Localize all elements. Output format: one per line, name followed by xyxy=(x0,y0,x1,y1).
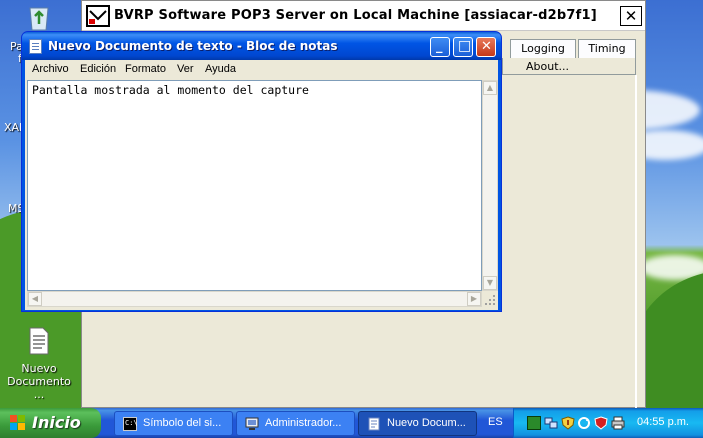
printer-icon[interactable] xyxy=(611,416,625,430)
horizontal-scrollbar[interactable]: ◀ ▶ xyxy=(27,291,482,307)
about-button[interactable]: About... xyxy=(526,60,569,73)
bvrp-app-icon xyxy=(86,5,110,27)
resize-grip-icon[interactable] xyxy=(482,291,498,307)
menu-edicion[interactable]: Edición xyxy=(80,63,116,75)
computer-icon xyxy=(245,417,259,431)
notepad-edit-area: Pantalla mostrada al momento del capture… xyxy=(25,80,498,310)
bvrp-close-button[interactable]: ✕ xyxy=(620,6,642,26)
menu-formato[interactable]: Formato xyxy=(125,63,166,75)
notepad-window-title: Nuevo Documento de texto - Bloc de notas xyxy=(48,39,338,53)
tab-timing[interactable]: Timing xyxy=(578,39,636,58)
menu-archivo[interactable]: Archivo xyxy=(32,63,69,75)
clock[interactable]: 04:55 p.m. xyxy=(637,416,689,428)
notepad-icon xyxy=(367,417,381,431)
desktop-icon-label-line: Nuevo xyxy=(21,362,57,375)
notepad-icon xyxy=(29,39,42,54)
bvrp-panel-edge xyxy=(635,75,637,409)
scroll-up-icon[interactable]: ▲ xyxy=(483,81,497,95)
antivirus-icon[interactable] xyxy=(594,416,608,430)
taskbar-item-label: Nuevo Docum... xyxy=(387,417,466,429)
close-button[interactable]: ✕ xyxy=(476,37,496,57)
taskbar-item-label: Símbolo del si... xyxy=(143,417,222,429)
bvrp-title-bar[interactable]: BVRP Software POP3 Server on Local Machi… xyxy=(82,1,645,31)
desktop-icon-label-line: Documento ... xyxy=(7,375,71,401)
taskbar-item-admin[interactable]: Administrador... xyxy=(236,411,355,436)
recycle-bin-icon[interactable] xyxy=(24,2,54,32)
notepad-title-bar[interactable]: Nuevo Documento de texto - Bloc de notas… xyxy=(22,32,501,60)
tab-logging[interactable]: Logging xyxy=(510,39,576,58)
start-button[interactable]: Inicio xyxy=(0,408,101,438)
shield-alert-icon[interactable] xyxy=(561,416,575,430)
notepad-text-content: Pantalla mostrada al momento del capture xyxy=(32,83,309,97)
scroll-right-icon[interactable]: ▶ xyxy=(467,292,481,306)
taskbar-item-cmd[interactable]: C:\ Símbolo del si... xyxy=(114,411,233,436)
network-icon[interactable] xyxy=(544,416,558,430)
menu-ayuda[interactable]: Ayuda xyxy=(205,63,236,75)
bvrp-window-title: BVRP Software POP3 Server on Local Machi… xyxy=(114,8,597,23)
scroll-down-icon[interactable]: ▼ xyxy=(483,276,497,290)
green-square-icon[interactable] xyxy=(527,416,541,430)
windows-logo-icon xyxy=(10,415,26,431)
minimize-icon: _ xyxy=(436,39,443,54)
language-indicator[interactable]: ES xyxy=(488,416,503,428)
scroll-left-icon[interactable]: ◀ xyxy=(28,292,42,306)
start-label: Inicio xyxy=(32,413,81,432)
refresh-icon[interactable] xyxy=(577,416,591,430)
notepad-window: Nuevo Documento de texto - Bloc de notas… xyxy=(21,31,502,312)
close-icon: ✕ xyxy=(481,39,492,54)
vertical-scrollbar[interactable]: ▲ ▼ xyxy=(482,80,498,291)
system-tray: 04:55 p.m. xyxy=(513,408,703,438)
text-document-icon[interactable] xyxy=(28,327,50,355)
menu-ver[interactable]: Ver xyxy=(177,63,194,75)
taskbar-item-notepad[interactable]: Nuevo Docum... xyxy=(358,411,477,436)
maximize-icon: □ xyxy=(458,38,472,54)
minimize-button[interactable]: _ xyxy=(430,37,450,57)
notepad-menubar: Archivo Edición Formato Ver Ayuda xyxy=(25,60,498,80)
desktop-icon-label[interactable]: Nuevo Documento ... xyxy=(4,362,74,401)
taskbar-item-label: Administrador... xyxy=(265,417,342,429)
taskbar: Inicio C:\ Símbolo del si... Administrad… xyxy=(0,408,703,438)
notepad-text-area[interactable]: Pantalla mostrada al momento del capture xyxy=(27,80,482,291)
maximize-button[interactable]: □ xyxy=(453,37,473,57)
cmd-icon: C:\ xyxy=(123,417,138,431)
